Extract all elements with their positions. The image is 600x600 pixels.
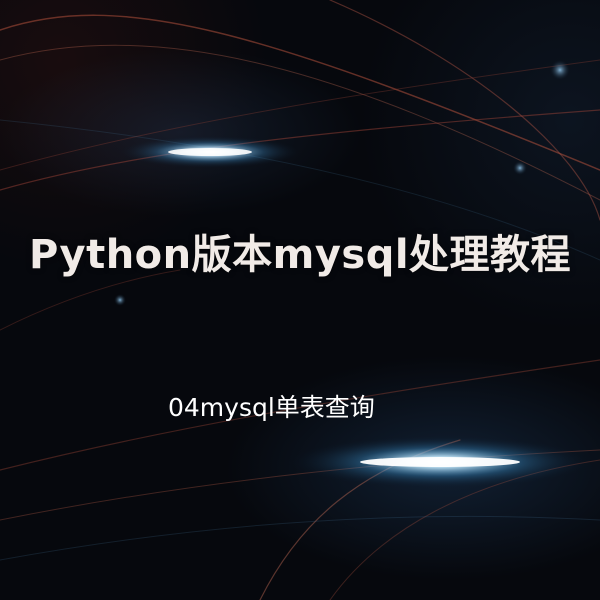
cover-title: Python版本mysql处理教程 — [28, 232, 572, 278]
cover-canvas: Python版本mysql处理教程 04mysql单表查询 — [0, 0, 600, 600]
cover-subtitle: 04mysql单表查询 — [168, 393, 375, 422]
background-light-streaks — [0, 0, 600, 600]
